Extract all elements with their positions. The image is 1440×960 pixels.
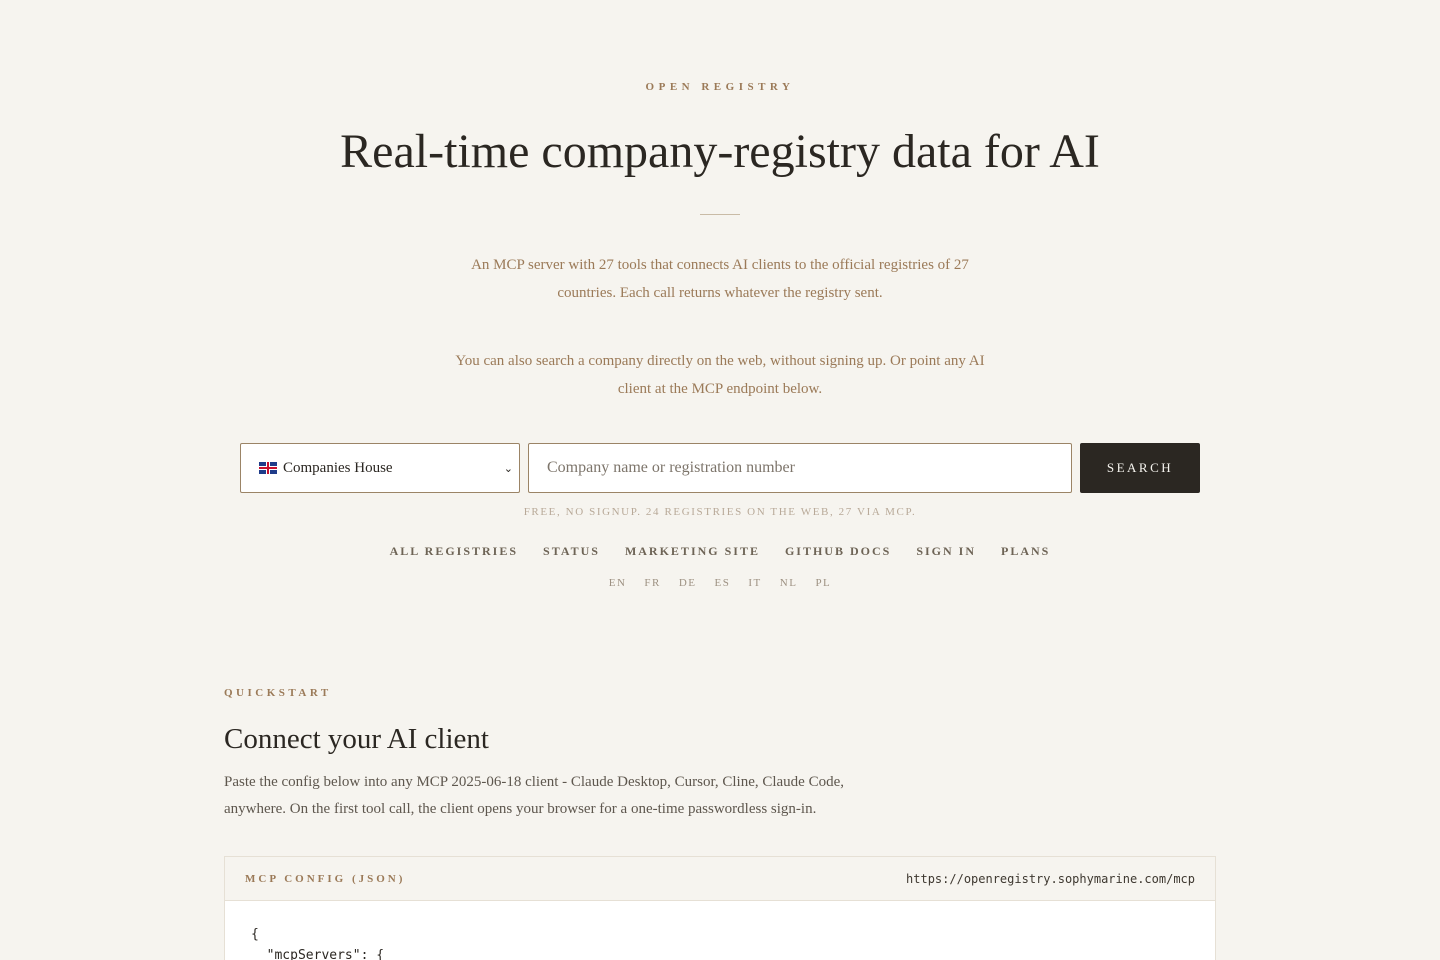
company-search-input[interactable] [528,443,1072,493]
page: OPEN REGISTRY Real-time company-registry… [0,0,1440,960]
mcp-config-code[interactable]: { "mcpServers": { [225,901,1215,960]
nav-marketing-site[interactable]: MARKETING SITE [625,544,760,559]
mcp-config-header: MCP CONFIG (JSON) https://openregistry.s… [225,857,1215,901]
quickstart-body: Paste the config below into any MCP 2025… [224,774,845,817]
hero-lede-web: You can also search a company directly o… [455,353,985,397]
registry-select[interactable]: Companies House ⌄ [240,443,520,493]
nav-plans[interactable]: PLANS [1001,544,1050,559]
nav-status[interactable]: STATUS [543,544,600,559]
search-form: Companies House ⌄ SEARCH [240,443,1200,493]
search-button[interactable]: SEARCH [1080,443,1200,493]
lang-it[interactable]: IT [748,577,761,589]
mcp-endpoint-url[interactable]: https://openregistry.sophymarine.com/mcp [906,872,1195,886]
quickstart-eyebrow: QUICKSTART [224,687,332,699]
quickstart-title: Connect your AI client [224,723,489,755]
lang-es[interactable]: ES [715,577,731,589]
mcp-config-card: MCP CONFIG (JSON) https://openregistry.s… [224,856,1216,960]
lang-de[interactable]: DE [679,577,697,589]
hero-divider [700,214,740,215]
search-fine-print: FREE, NO SIGNUP. 24 REGISTRIES ON THE WE… [523,506,917,518]
footer-nav: ALL REGISTRIES STATUS MARKETING SITE GIT… [0,544,1440,559]
lang-nl[interactable]: NL [780,577,798,589]
hero-lede-mcp: An MCP server with 27 tools that connect… [471,257,969,301]
mcp-config-label: MCP CONFIG (JSON) [245,872,406,885]
hero-title: Real-time company-registry data for AI [340,125,1100,178]
nav-all-registries[interactable]: ALL REGISTRIES [390,544,518,559]
nav-github-docs[interactable]: GITHUB DOCS [785,544,891,559]
nav-sign-in[interactable]: SIGN IN [916,544,976,559]
language-switcher: EN FR DE ES IT NL PL [0,577,1440,589]
registry-select-value: Companies House [283,459,393,476]
lang-fr[interactable]: FR [644,577,660,589]
uk-flag-icon [259,462,277,474]
chevron-down-icon: ⌄ [503,462,513,475]
lang-pl[interactable]: PL [815,577,831,589]
lang-en[interactable]: EN [609,577,627,589]
hero-eyebrow: OPEN REGISTRY [645,81,795,93]
